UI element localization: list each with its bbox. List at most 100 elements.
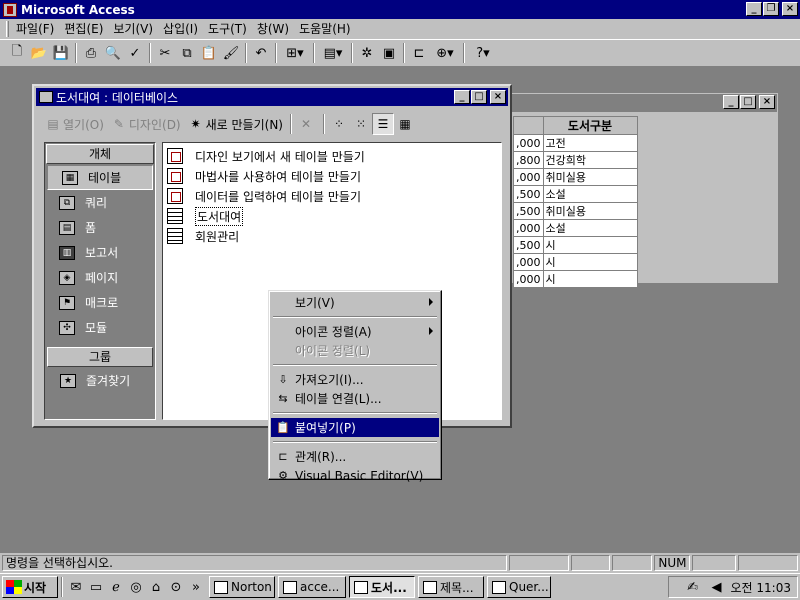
list-item[interactable]: 디자인 보기에서 새 테이블 만들기 [167, 146, 497, 166]
menu-window[interactable]: 창(W) [252, 20, 294, 38]
db-close-button[interactable]: × [490, 90, 506, 104]
cell-book-category[interactable]: 시 [542, 253, 638, 271]
table-row[interactable]: ,000 소설 [513, 219, 638, 237]
taskbar-button[interactable]: 제목... [418, 576, 484, 598]
context-menu-item[interactable]: ⇩ 가져오기(I)... [271, 370, 439, 389]
menu-edit[interactable]: 편집(E) [59, 20, 108, 38]
cell-price[interactable]: ,000 [513, 219, 544, 237]
small-icons-view-button[interactable]: ⁙ [350, 113, 372, 135]
context-menu-item[interactable]: 📋 붙여넣기(P) [271, 418, 439, 437]
table-row[interactable]: ,500 시 [513, 236, 638, 254]
quick-launch-icon[interactable]: ⊙ [166, 577, 186, 597]
restore-button[interactable]: ❐ [763, 2, 779, 16]
object-queries[interactable]: ⧉ 쿼리 [45, 190, 155, 215]
ime-icon[interactable]: ✍ [683, 577, 703, 597]
details-view-button[interactable]: ▦ [394, 113, 416, 135]
cell-price[interactable]: ,800 [513, 151, 544, 169]
help-icon[interactable]: ?▾ [468, 42, 498, 64]
cell-book-category[interactable]: 시 [542, 270, 638, 288]
cell-price[interactable]: ,000 [513, 253, 544, 271]
quick-launch-icon[interactable]: ◎ [126, 577, 146, 597]
spelling-icon[interactable]: ✓ [124, 42, 146, 64]
copy-icon[interactable]: ⧉ [176, 42, 198, 64]
db-minimize-button[interactable]: _ [454, 90, 470, 104]
object-modules[interactable]: ✣ 모듈 [45, 315, 155, 340]
cell-book-category[interactable]: 고전 [542, 134, 638, 152]
list-item[interactable]: 회원관리 [167, 226, 497, 246]
new-icon[interactable]: 🗋 [6, 42, 28, 64]
minimize-button[interactable]: _ [746, 2, 762, 16]
cell-price[interactable]: ,500 [513, 185, 544, 203]
undo-icon[interactable]: ↶ [250, 42, 272, 64]
table-row[interactable]: ,500 소설 [513, 185, 638, 203]
save-icon[interactable]: 💾 [50, 42, 72, 64]
object-macros[interactable]: ⚑ 매크로 [45, 290, 155, 315]
outlook-express-icon[interactable]: ✉ [66, 577, 86, 597]
cell-price[interactable]: ,000 [513, 134, 544, 152]
properties-icon[interactable]: ▣ [378, 42, 400, 64]
cell-price[interactable]: ,000 [513, 168, 544, 186]
table-datasheet-window[interactable]: _ □ × 도서구분 ,000 고전 ,800 건강희학 ,000 취미실용 ,500 소설,… [508, 93, 778, 288]
table-row[interactable]: ,000 시 [513, 270, 638, 288]
cell-book-category[interactable]: 소설 [542, 185, 638, 203]
column-header-book-category[interactable]: 도서구분 [542, 116, 638, 135]
taskbar-button[interactable]: acce... [278, 576, 346, 598]
format-painter-icon[interactable]: 🖌 [220, 42, 242, 64]
table-row[interactable]: ,500 취미실용 [513, 202, 638, 220]
taskbar-button[interactable]: 도서... [349, 576, 415, 598]
volume-icon[interactable]: ◀ [707, 577, 727, 597]
access-app-icon[interactable] [3, 2, 17, 17]
list-view-button[interactable]: ☰ [371, 113, 394, 135]
context-menu-item[interactable]: ⊏ 관계(R)... [271, 447, 439, 466]
quick-launch-icon[interactable]: ⌂ [146, 577, 166, 597]
new-object-icon[interactable]: ⊕▾ [430, 42, 460, 64]
quick-launch-more-icon[interactable]: » [186, 577, 206, 597]
cut-icon[interactable]: ✂ [154, 42, 176, 64]
list-item[interactable]: 마법사를 사용하여 테이블 만들기 [167, 166, 497, 186]
menu-tools[interactable]: 도구(T) [203, 20, 252, 38]
table-row[interactable]: ,000 고전 [513, 134, 638, 152]
groups-header[interactable]: 그룹 [47, 347, 153, 367]
taskbar-button[interactable]: Norton A... [209, 576, 275, 598]
datasheet-title-bar[interactable]: _ □ × [509, 94, 777, 112]
open-icon[interactable]: 📂 [28, 42, 50, 64]
database-window-title-bar[interactable]: 도서대여 : 데이터베이스 _ □ × [36, 88, 508, 106]
cell-book-category[interactable]: 취미실용 [542, 168, 638, 186]
start-button[interactable]: 시작 [2, 576, 58, 598]
db-maximize-button[interactable]: □ [471, 90, 487, 104]
cell-price[interactable]: ,500 [513, 202, 544, 220]
internet-explorer-icon[interactable]: ℯ [106, 577, 126, 597]
table-row[interactable]: ,800 건강희학 [513, 151, 638, 169]
taskbar-button[interactable]: Quer... [487, 576, 551, 598]
open-button[interactable]: ▤ 열기(O) [42, 113, 108, 135]
design-button[interactable]: ✎ 디자인(D) [108, 113, 185, 135]
menu-view[interactable]: 보기(V) [108, 20, 158, 38]
table-row[interactable]: ,000 시 [513, 253, 638, 271]
menu-insert[interactable]: 삽입(I) [158, 20, 203, 38]
datasheet-close-button[interactable]: × [759, 95, 775, 109]
column-header[interactable] [513, 116, 544, 135]
context-menu-item[interactable]: ⚙ Visual Basic Editor(V) [271, 466, 439, 485]
large-icons-view-button[interactable]: ⁘ [328, 113, 350, 135]
list-item[interactable]: 데이터를 입력하여 테이블 만들기 [167, 186, 497, 206]
object-reports[interactable]: ▥ 보고서 [45, 240, 155, 265]
close-button[interactable]: × [782, 2, 798, 16]
datasheet-minimize-button[interactable]: _ [723, 95, 739, 109]
new-button[interactable]: ✷ 새로 만들기(N) [185, 113, 287, 135]
delete-button[interactable]: ✕ [295, 113, 320, 135]
cell-book-category[interactable]: 취미실용 [542, 202, 638, 220]
code-icon[interactable]: ✲ [356, 42, 378, 64]
relationships-icon[interactable]: ⊏ [408, 42, 430, 64]
context-menu-item[interactable]: 보기(V) [271, 293, 439, 312]
print-preview-icon[interactable]: 🔍 [102, 42, 124, 64]
cell-price[interactable]: ,500 [513, 236, 544, 254]
context-menu-item[interactable]: ⇆ 테이블 연결(L)... [271, 389, 439, 408]
group-favorites[interactable]: ★ 즐겨찾기 [46, 368, 154, 393]
datasheet-grid[interactable]: 도서구분 ,000 고전 ,800 건강희학 ,000 취미실용 ,500 소설 ,500 취미실… [513, 116, 638, 288]
menu-help[interactable]: 도움말(H) [294, 20, 356, 38]
paste-icon[interactable]: 📋 [198, 42, 220, 64]
table-row[interactable]: ,000 취미실용 [513, 168, 638, 186]
cell-price[interactable]: ,000 [513, 270, 544, 288]
menu-file[interactable]: 파일(F) [11, 20, 59, 38]
cell-book-category[interactable]: 소설 [542, 219, 638, 237]
